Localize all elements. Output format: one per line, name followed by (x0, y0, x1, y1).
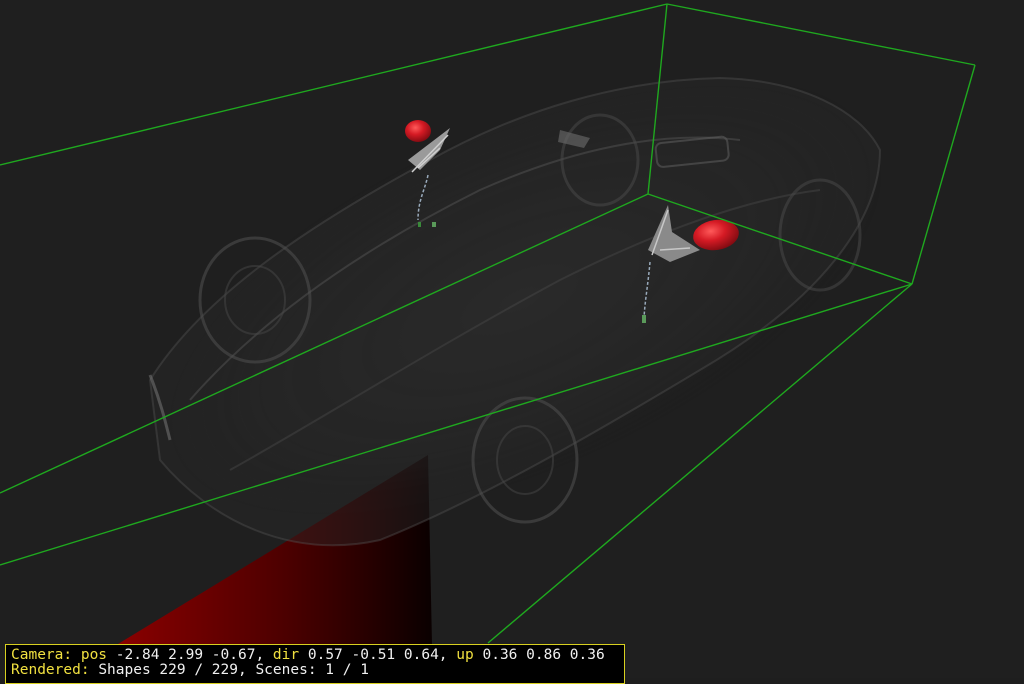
up-value: 0.36 0.86 0.36 (482, 647, 605, 663)
car-model (148, 76, 883, 547)
scene-canvas[interactable] (0, 0, 1024, 678)
pos-label: pos (80, 647, 108, 663)
status-overlay: Camera: pos -2.84 2.99 -0.67, dir 0.57 -… (5, 644, 625, 684)
rendered-label: Rendered: (11, 662, 90, 678)
camera-label: Camera: (11, 647, 73, 663)
up-label: up (456, 647, 474, 663)
pos-value: -2.84 2.99 -0.67, (115, 647, 265, 663)
rendered-value: Shapes 229 / 229, Scenes: 1 / 1 (98, 662, 369, 678)
left-mirror-cap[interactable] (405, 120, 431, 142)
dir-value: 0.57 -0.51 0.64, (307, 647, 448, 663)
dir-label: dir (272, 647, 300, 663)
3d-viewport[interactable] (0, 0, 1024, 678)
